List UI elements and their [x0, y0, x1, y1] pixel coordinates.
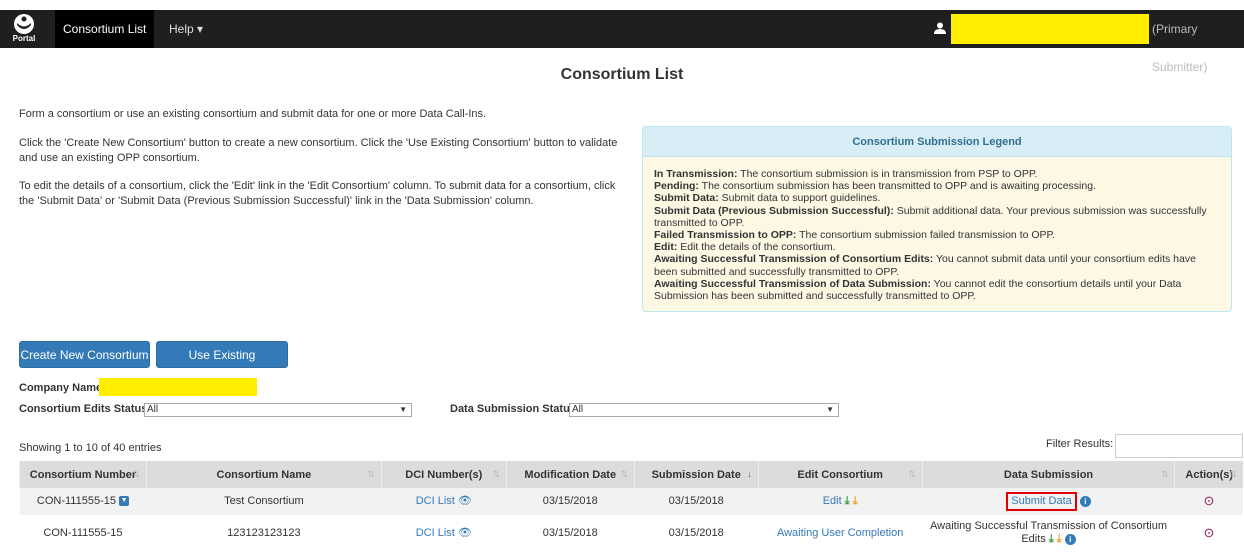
portal-logo-icon — [14, 14, 34, 34]
intro-paragraph-1: Form a consortium or use an existing con… — [19, 108, 487, 120]
cell-actions: ⊙ — [1174, 515, 1243, 551]
sort-icon: ⇅ — [1229, 469, 1237, 479]
info-icon[interactable]: i — [1079, 495, 1091, 507]
cell-data-submission: Submit Data i — [922, 488, 1175, 515]
chevron-down-icon: ▼ — [826, 405, 834, 414]
create-new-consortium-button[interactable]: Create New Consortium — [19, 341, 150, 368]
eye-icon[interactable]: 👁 — [458, 495, 472, 507]
sort-icon: ⇅ — [132, 469, 140, 479]
cell-consortium-number: CON-111555-15 — [19, 515, 147, 551]
page-title: Consortium List — [560, 66, 684, 83]
filter-results-label: Filter Results: — [1046, 438, 1114, 450]
legend-title: Consortium Submission Legend — [643, 127, 1231, 157]
cell-data-submission: Awaiting Successful Transmission of Cons… — [922, 515, 1175, 551]
intro-paragraph-2: Click the 'Create New Consortium' button… — [19, 137, 618, 164]
entries-info: Showing 1 to 10 of 40 entries — [19, 442, 162, 454]
cell-consortium-number: CON-111555-15 ▼ — [19, 488, 147, 515]
cell-dci: DCI List 👁 — [381, 515, 507, 551]
table-row: CON-111555-15 ▼ Test Consortium DCI List… — [19, 488, 1243, 515]
action-menu-icon[interactable]: ⊙ — [1204, 525, 1215, 540]
cell-actions: ⊙ — [1174, 488, 1243, 515]
submission-legend-panel: Consortium Submission Legend In Transmis… — [642, 126, 1232, 312]
nav-help-dropdown[interactable]: Help ▾ — [161, 10, 211, 48]
filter-results-input[interactable] — [1115, 434, 1243, 458]
edit-link[interactable]: Edit — [823, 495, 842, 507]
submit-data-link[interactable]: Submit Data — [1006, 492, 1077, 511]
col-header-consortium-number[interactable]: Consortium Number ⇅ — [19, 461, 147, 488]
user-icon — [934, 22, 946, 34]
eye-icon[interactable]: 👁 — [458, 527, 472, 539]
awaiting-user-completion-link[interactable]: Awaiting User Completion — [777, 527, 903, 539]
cell-mod-date: 03/15/2018 — [506, 515, 635, 551]
data-status-label: Data Submission Status — [450, 403, 576, 415]
data-status-select[interactable]: All ▼ — [569, 403, 839, 417]
legend-entry: Awaiting Successful Transmission of Cons… — [654, 253, 1196, 278]
col-header-consortium-name[interactable]: Consortium Name ⇅ — [145, 461, 382, 488]
legend-entry: Edit: Edit the details of the consortium… — [654, 241, 836, 254]
action-menu-icon[interactable]: ⊙ — [1204, 493, 1215, 508]
cell-edit: Edit ⤓ ⤓ — [758, 488, 923, 515]
sort-desc-icon: ↓ — [747, 469, 752, 479]
cell-consortium-name: Test Consortium — [146, 488, 382, 515]
cell-dci: DCI List 👁 — [381, 488, 507, 515]
legend-entry: Awaiting Successful Transmission of Data… — [654, 277, 1182, 303]
legend-entry: Pending: The consortium submission has b… — [654, 180, 1096, 193]
download-green-icon[interactable]: ⤓ — [1049, 533, 1054, 545]
expand-row-icon[interactable]: ▼ — [119, 496, 130, 507]
download-orange-icon[interactable]: ⤓ — [853, 495, 858, 507]
legend-entry: Submit Data (Previous Submission Success… — [654, 204, 1207, 229]
legend-entry: In Transmission: The consortium submissi… — [654, 168, 1038, 180]
legend-entry: Failed Transmission to OPP: The consorti… — [654, 229, 1056, 242]
legend-body: In Transmission: The consortium submissi… — [643, 157, 1231, 302]
user-name-redacted[interactable] — [951, 14, 1149, 44]
consortium-table: Consortium Number ⇅ Consortium Name ⇅ DCI … — [19, 461, 1243, 551]
intro-paragraph-3: To edit the details of a consortium, cli… — [19, 180, 616, 207]
chevron-down-icon: ▼ — [399, 405, 407, 414]
sort-icon: ⇅ — [908, 469, 916, 479]
col-header-dci-numbers[interactable]: DCI Number(s) ⇅ — [380, 461, 507, 488]
top-navbar: Portal Consortium List Help ▾ (Primary S… — [0, 10, 1244, 74]
nav-consortium-list[interactable]: Consortium List — [55, 10, 155, 48]
submission-status-text: Awaiting Successful Transmission of Cons… — [930, 520, 1168, 532]
edits-status-label: Consortium Edits Status — [19, 403, 148, 415]
sort-icon: ⇅ — [1160, 469, 1169, 479]
brand-label: Portal — [12, 34, 36, 43]
sort-icon: ⇅ — [367, 469, 375, 479]
cell-consortium-name: 123123123123 — [146, 515, 382, 551]
cell-edit: Awaiting User Completion — [758, 515, 923, 551]
cell-sub-date: 03/15/2018 — [634, 488, 759, 515]
cell-mod-date: 03/15/2018 — [506, 488, 635, 515]
col-header-data-submission[interactable]: Data Submission ⇅ — [921, 461, 1175, 488]
legend-entry: Submit Data: Submit data to support guid… — [654, 192, 881, 205]
col-header-modification-date[interactable]: Modification Date ⇅ — [505, 461, 635, 488]
portal-logo[interactable]: Portal — [6, 12, 42, 46]
use-existing-consortium-button[interactable]: Use Existing Consortium — [156, 341, 288, 389]
edits-status-select[interactable]: All ▼ — [144, 403, 412, 417]
col-header-edit-consortium[interactable]: Edit Consortium ⇅ — [757, 461, 923, 488]
sort-icon: ⇅ — [620, 469, 628, 479]
sort-icon: ⇅ — [492, 469, 500, 479]
info-icon[interactable]: i — [1064, 533, 1076, 545]
col-header-submission-date[interactable]: Submission Date ↓ — [633, 461, 759, 488]
company-name-redacted — [99, 378, 257, 396]
dci-list-link[interactable]: DCI List — [416, 495, 455, 507]
download-green-icon[interactable]: ⤓ — [845, 495, 850, 507]
download-orange-icon[interactable]: ⤓ — [1057, 533, 1062, 545]
submission-status-text-cont: Edits — [1021, 533, 1046, 545]
cell-sub-date: 03/15/2018 — [634, 515, 759, 551]
dci-list-link[interactable]: DCI List — [416, 527, 455, 539]
table-row: CON-111555-15 123123123123 DCI List 👁 03… — [19, 515, 1243, 551]
company-name-label: Company Name: — [19, 382, 106, 394]
col-header-actions[interactable]: Action(s) ⇅ — [1174, 461, 1243, 488]
